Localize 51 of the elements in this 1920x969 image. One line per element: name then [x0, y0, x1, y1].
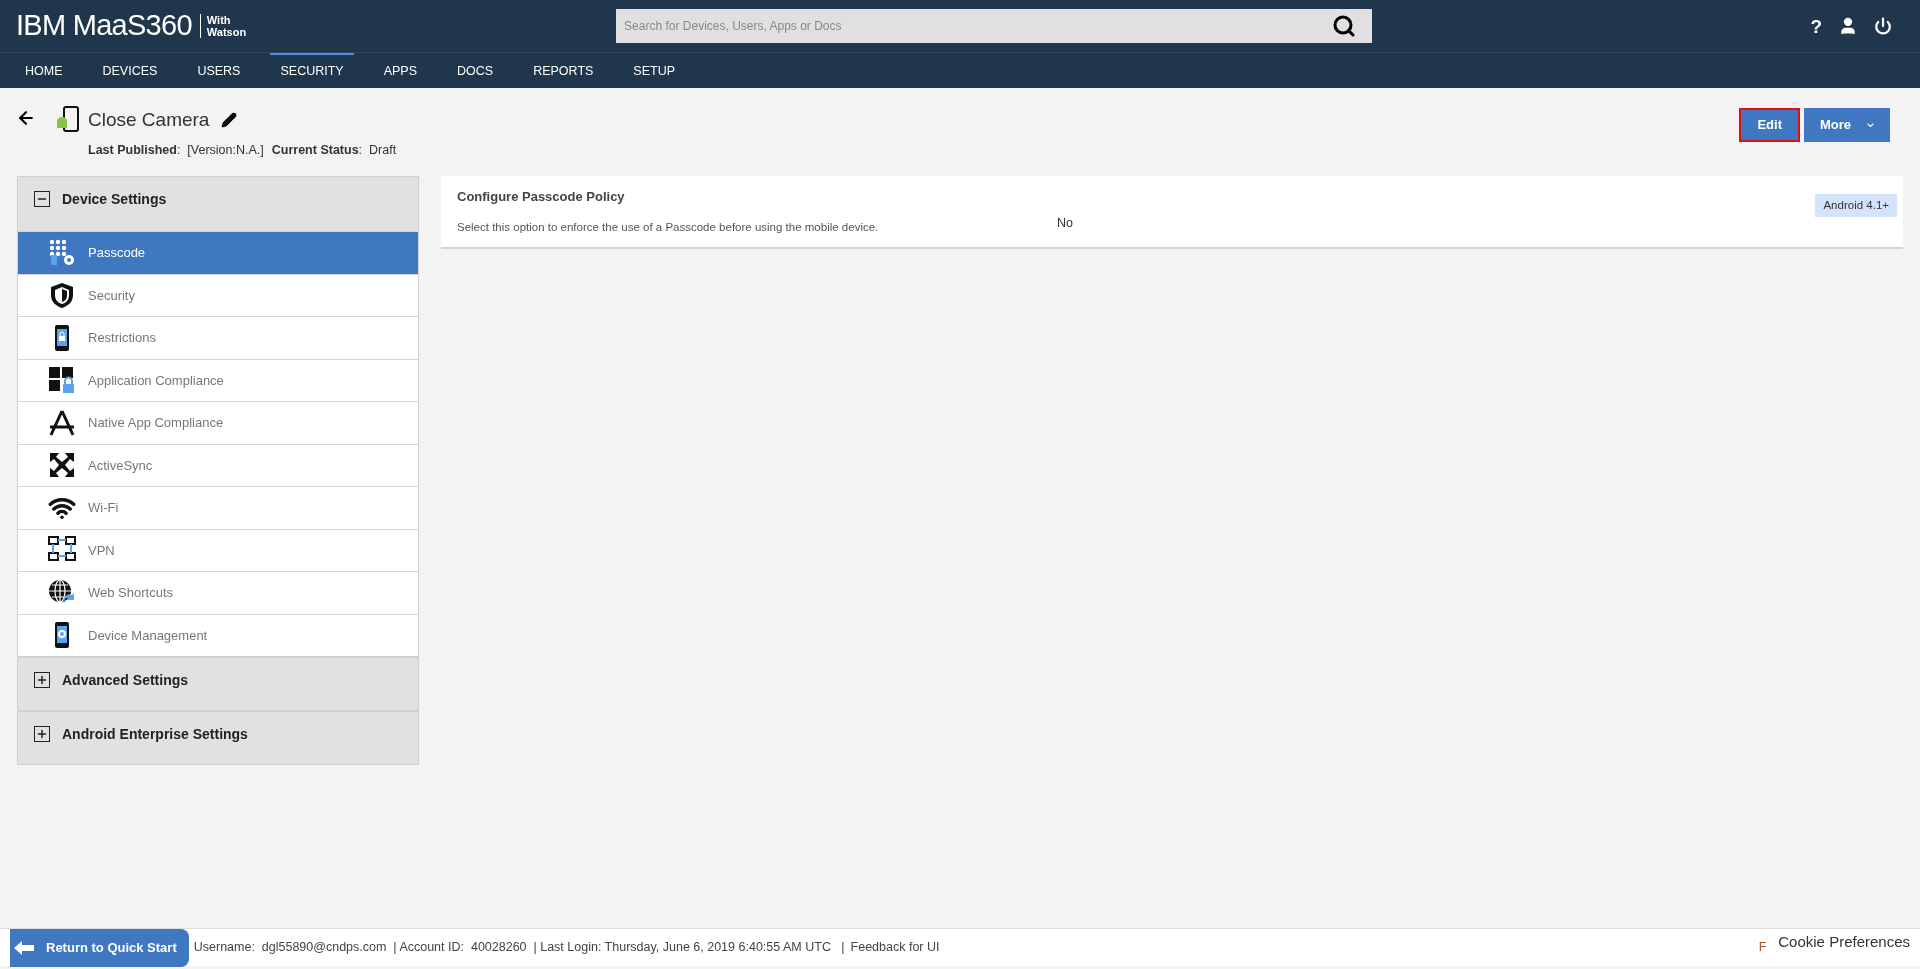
- policy-title: Close Camera: [88, 108, 210, 132]
- arrow-left-icon: [14, 940, 34, 955]
- android-phone-icon: [56, 106, 80, 134]
- power-icon[interactable]: [1874, 17, 1892, 35]
- sidebar-item[interactable]: Native App Compliance: [18, 401, 418, 444]
- sidebar-item[interactable]: Application Compliance: [18, 358, 418, 401]
- footer-text: F: [1758, 939, 1767, 957]
- keypad-icon: [48, 238, 76, 267]
- nav-tab[interactable]: APPS: [373, 53, 428, 88]
- search-field[interactable]: Search for Devices, Users, Apps or Docs: [616, 9, 1373, 43]
- sync-cross-icon: [48, 451, 76, 480]
- platform-badge: Android 4.1+: [1815, 193, 1897, 218]
- policy-meta: Last Published: [Version:N.A.]: [88, 141, 264, 159]
- return-button[interactable]: Return to Quick Start: [10, 928, 189, 967]
- app-store-icon: [48, 408, 76, 437]
- sidebar-item[interactable]: Security: [18, 273, 418, 316]
- nav-tab[interactable]: DEVICES: [92, 53, 168, 88]
- policy-meta: Current Status: Draft: [271, 141, 397, 159]
- edit-button[interactable]: Edit: [1739, 108, 1800, 142]
- sidebar-item[interactable]: Restrictions: [18, 316, 418, 359]
- collapse-icon: [34, 191, 50, 207]
- caret-icon: [1867, 121, 1874, 129]
- nav-tab[interactable]: SECURITY: [270, 53, 354, 88]
- help-icon[interactable]: ?: [1810, 16, 1822, 36]
- setting-description: Select this option to enforce the use of a Passcode before using the mobile device.: [457, 219, 880, 235]
- app-lock-icon: [48, 366, 76, 395]
- nav-tab[interactable]: USERS: [187, 53, 251, 88]
- sidebar-item[interactable]: ActiveSync: [18, 443, 418, 486]
- sidebar-item[interactable]: VPN: [18, 528, 418, 571]
- nav-tab[interactable]: SETUP: [623, 53, 686, 88]
- setting-value: No: [1057, 215, 1073, 233]
- logo-tagline: With Watson: [199, 14, 247, 38]
- logo-text: IBM MaaS360: [16, 8, 192, 44]
- sidebar-item[interactable]: Wi-Fi: [18, 486, 418, 529]
- setting-title: Configure Passcode Policy: [457, 188, 626, 207]
- back-icon[interactable]: [16, 108, 36, 128]
- sidebar-item[interactable]: Web Shortcuts: [18, 571, 418, 614]
- sidebar-item[interactable]: Device Management: [18, 613, 418, 656]
- nav-tab[interactable]: DOCS: [447, 53, 504, 88]
- feedback-link[interactable]: Feedback for UI: [850, 938, 940, 957]
- search-icon[interactable]: [1332, 14, 1357, 38]
- more-button[interactable]: More: [1804, 108, 1890, 142]
- shield-icon: [48, 281, 76, 310]
- sidebar-item[interactable]: Passcode: [18, 231, 418, 274]
- nav-tab[interactable]: REPORTS: [523, 53, 604, 88]
- user-icon[interactable]: [1838, 16, 1858, 36]
- account-info: Username: dgl55890@cndps.com | Account ID: 40028260 | Last Login: Thursday, June 6, 2019 6:40:55 AM UTC |: [193, 939, 845, 957]
- edit-title-icon[interactable]: [221, 112, 238, 129]
- nav-tab[interactable]: HOME: [15, 53, 73, 88]
- expand-icon: [34, 726, 50, 742]
- expand-icon: [34, 672, 50, 688]
